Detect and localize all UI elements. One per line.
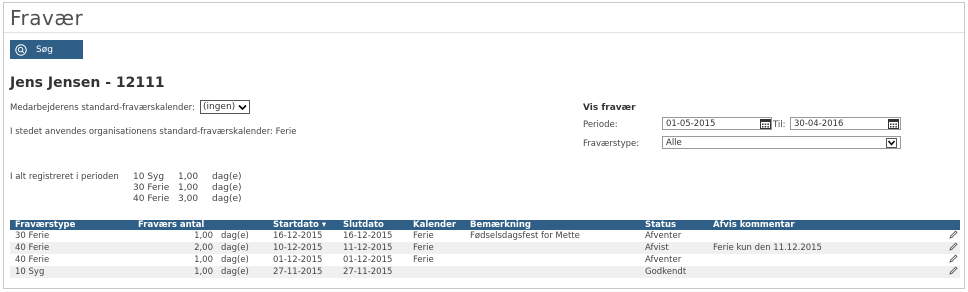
cell-start: 01-12-2015 xyxy=(273,255,323,265)
summary-row: 30 Ferie 1,00 dag(e) xyxy=(133,183,242,194)
calendar-icon[interactable] xyxy=(760,118,771,129)
search-icon xyxy=(15,43,27,56)
standard-calendar-label: Medarbejderens standard-fraværskalender: xyxy=(10,103,195,113)
cell-status: Godkendt xyxy=(640,266,708,278)
cell-amount: 2,00 xyxy=(133,242,216,254)
table-row[interactable]: 40 Ferie 2,00 dag(e) 10-12-2015 11-12-20… xyxy=(10,242,960,254)
cell-end: 27-11-2015 xyxy=(338,266,408,278)
from-date-value: 01-05-2015 xyxy=(666,118,716,129)
col-header-amount[interactable]: Fraværs antal xyxy=(133,220,268,230)
standard-calendar-value: (ingen) xyxy=(203,102,236,112)
table-row[interactable]: 40 Ferie 1,00 dag(e) 01-12-2015 01-12-20… xyxy=(10,254,960,266)
to-date-input[interactable]: 30-04-2016 xyxy=(790,117,901,130)
cell-reject-comment xyxy=(708,254,878,266)
cell-unit: dag(e) xyxy=(221,231,249,241)
standard-calendar-select[interactable]: (ingen) xyxy=(200,100,251,114)
cell-start: 27-11-2015 xyxy=(268,266,338,278)
summary-unit: dag(e) xyxy=(212,194,242,204)
cell-calendar: Ferie xyxy=(408,242,465,254)
col-header-calendar[interactable]: Kalender xyxy=(408,220,465,230)
chevron-down-icon xyxy=(886,137,897,148)
table-row[interactable]: 30 Ferie 1,00 dag(e) 16-12-2015 16-12-20… xyxy=(10,230,960,242)
cell-end: 16-12-2015 xyxy=(343,231,393,241)
col-header-status[interactable]: Status xyxy=(640,220,708,230)
pencil-edit-icon[interactable] xyxy=(949,266,958,275)
summary-unit: dag(e) xyxy=(212,183,242,193)
vis-fravaer-title: Vis fravær xyxy=(583,103,636,113)
type-label: Fraværstype: xyxy=(583,139,640,149)
summary-type: 40 Ferie xyxy=(133,194,170,204)
cell-calendar: Ferie xyxy=(413,255,434,265)
cell-actions xyxy=(878,266,960,278)
col-header-type[interactable]: Fraværstype xyxy=(10,220,133,230)
cell-start: 16-12-2015 xyxy=(273,231,323,241)
cell-amount: 1,00 xyxy=(194,255,213,265)
search-button-label: Søg xyxy=(36,44,53,55)
table-header-row: Fraværstype Fraværs antal Startdato ▾ Sl… xyxy=(10,220,960,230)
cell-amount: 1,00 xyxy=(194,231,213,241)
cell-unit: dag(e) xyxy=(221,255,249,265)
cell-reject-comment xyxy=(708,266,878,278)
to-date-value: 30-04-2016 xyxy=(794,118,844,129)
cell-calendar: Ferie xyxy=(413,231,434,241)
pencil-edit-icon[interactable] xyxy=(949,230,958,239)
col-header-end[interactable]: Slutdato xyxy=(338,220,408,230)
search-button[interactable]: Søg xyxy=(10,40,83,59)
title-divider xyxy=(4,32,964,33)
cell-note xyxy=(465,266,640,278)
employee-name: Jens Jensen - 12111 xyxy=(10,75,165,91)
cell-reject-comment: Ferie kun den 11.12.2015 xyxy=(708,242,878,254)
cell-note xyxy=(465,254,640,266)
cell-status: Afventer xyxy=(645,231,682,241)
cell-amount: 1,00 xyxy=(133,266,216,278)
type-select-value: Alle xyxy=(666,137,682,148)
cell-note xyxy=(465,242,640,254)
til-label: Til: xyxy=(773,120,786,130)
cell-start: 10-12-2015 xyxy=(268,242,338,254)
chevron-down-icon xyxy=(238,104,247,110)
cell-type: 40 Ferie xyxy=(15,255,50,265)
cell-calendar xyxy=(408,266,465,278)
col-header-start[interactable]: Startdato ▾ xyxy=(268,220,338,230)
from-date-input[interactable]: 01-05-2015 xyxy=(662,117,772,130)
cell-actions xyxy=(878,230,960,242)
absence-table: Fraværstype Fraværs antal Startdato ▾ Sl… xyxy=(10,220,960,278)
cell-reject-comment xyxy=(708,230,878,242)
col-header-note[interactable]: Bemærkning xyxy=(465,220,640,230)
summary-amount: 1,00 xyxy=(178,183,199,193)
cell-end: 01-12-2015 xyxy=(343,255,393,265)
summary-unit: dag(e) xyxy=(212,172,242,182)
summary-row: 40 Ferie 3,00 dag(e) xyxy=(133,194,242,205)
cell-type: 10 Syg xyxy=(10,266,133,278)
col-header-actions xyxy=(878,220,960,230)
periode-label: Periode: xyxy=(583,120,618,130)
summary-list: 10 Syg 1,00 dag(e) 30 Ferie 1,00 dag(e) … xyxy=(133,172,242,205)
pencil-edit-icon[interactable] xyxy=(949,242,958,251)
summary-type: 10 Syg xyxy=(133,172,165,182)
calendar-icon[interactable] xyxy=(888,118,899,129)
page-title: Fravær xyxy=(10,6,84,30)
summary-row: 10 Syg 1,00 dag(e) xyxy=(133,172,242,183)
cell-status: Afvist xyxy=(640,242,708,254)
cell-actions xyxy=(878,254,960,266)
cell-unit: dag(e) xyxy=(216,266,268,278)
cell-note: Fødselsdagsfest for Mette xyxy=(470,231,580,241)
cell-actions xyxy=(878,242,960,254)
cell-type: 40 Ferie xyxy=(10,242,133,254)
col-header-reject-comment[interactable]: Afvis kommentar xyxy=(708,220,878,230)
table-row[interactable]: 10 Syg 1,00 dag(e) 27-11-2015 27-11-2015… xyxy=(10,266,960,278)
type-select[interactable]: Alle xyxy=(662,136,901,149)
cell-status: Afventer xyxy=(645,255,682,265)
summary-amount: 3,00 xyxy=(178,194,199,204)
summary-amount: 1,00 xyxy=(178,172,199,182)
cell-end: 11-12-2015 xyxy=(338,242,408,254)
pencil-edit-icon[interactable] xyxy=(949,254,958,263)
org-calendar-text: I stedet anvendes organisationens standa… xyxy=(10,127,297,137)
summary-type: 30 Ferie xyxy=(133,183,170,193)
cell-type: 30 Ferie xyxy=(15,231,50,241)
cell-unit: dag(e) xyxy=(216,242,268,254)
summary-label: I alt registreret i perioden xyxy=(10,172,119,182)
